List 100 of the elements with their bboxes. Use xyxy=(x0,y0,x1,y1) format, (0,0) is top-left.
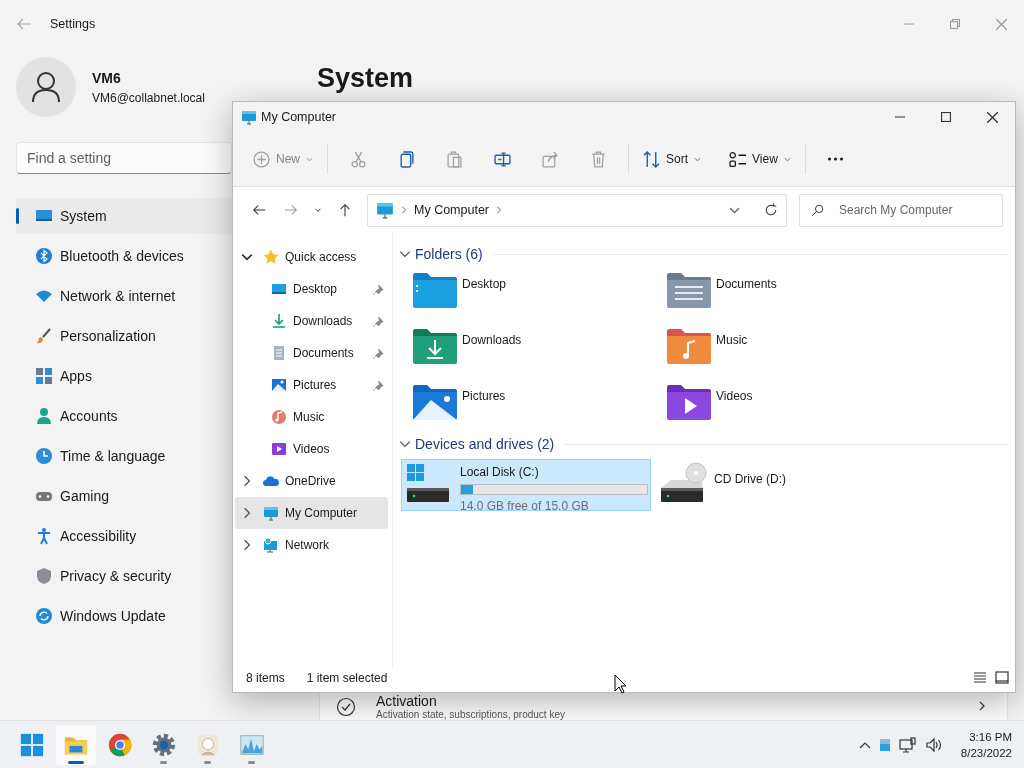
picture-icon xyxy=(271,377,287,393)
bluetooth-icon xyxy=(35,247,53,265)
nav-item[interactable]: Apps xyxy=(16,358,232,394)
close-icon xyxy=(995,18,1007,30)
nav-item[interactable]: Bluetooth & devices xyxy=(16,238,232,274)
nav-item[interactable]: Time & language xyxy=(16,438,232,474)
tree-item[interactable]: Quick access xyxy=(235,241,388,273)
desktop-icon xyxy=(271,281,287,297)
chevron-right-icon xyxy=(400,206,408,214)
computer-icon xyxy=(263,505,279,521)
nav-item[interactable]: Network & internet xyxy=(16,278,232,314)
network-icon xyxy=(898,736,917,753)
nav-item[interactable]: Accessibility xyxy=(16,518,232,554)
selection-count: 1 item selected xyxy=(306,670,388,687)
chevron-down-icon xyxy=(241,251,253,263)
music-note-icon xyxy=(271,409,287,425)
refresh-icon xyxy=(764,203,778,217)
volume-icon xyxy=(924,736,943,753)
toolbar-button[interactable]: Sort xyxy=(635,141,710,177)
cloud-icon xyxy=(263,473,279,489)
document-icon xyxy=(271,345,287,361)
tree-item[interactable]: Videos xyxy=(235,433,388,465)
browser-icon xyxy=(107,731,133,758)
forward-arrow-icon xyxy=(284,203,298,217)
tree-item[interactable]: OneDrive xyxy=(235,465,388,497)
group-header[interactable]: Devices and drives (2) xyxy=(399,433,1007,455)
address-bar[interactable]: My Computer xyxy=(367,193,787,227)
search-field[interactable]: Search My Computer xyxy=(799,193,1003,227)
search-field[interactable]: Find a setting xyxy=(16,142,232,174)
chevron-up-icon xyxy=(858,740,871,749)
chevron-right-icon xyxy=(977,701,987,711)
gear-icon xyxy=(151,731,177,758)
user-email: VM6@collabnet.local xyxy=(92,89,205,107)
accessibility-icon xyxy=(35,527,53,545)
page-title: System xyxy=(317,62,415,95)
video-icon xyxy=(271,441,287,457)
chevron-right-icon xyxy=(495,206,504,214)
nav-item[interactable]: Accounts xyxy=(16,398,232,434)
folder-item[interactable]: Documents xyxy=(665,265,919,321)
details-view-icon xyxy=(973,671,987,685)
item-count: 8 items xyxy=(246,670,285,687)
close-icon xyxy=(986,111,998,123)
folder-item[interactable]: Videos xyxy=(665,377,919,433)
clock[interactable]: 3:16 PM 8/23/2022 xyxy=(960,728,1012,761)
person-icon xyxy=(31,71,61,103)
restore-icon xyxy=(950,19,960,29)
tree-item[interactable]: Pictures xyxy=(235,369,388,401)
chevron-down-icon xyxy=(399,438,411,450)
computer-icon xyxy=(376,201,394,219)
breadcrumb[interactable]: My Computer xyxy=(414,200,490,220)
folder-item[interactable]: Desktop xyxy=(411,265,665,321)
taskbar-button[interactable] xyxy=(56,724,96,765)
maximize-icon xyxy=(941,112,951,122)
chevron-down-icon xyxy=(399,248,411,260)
nav-item[interactable]: Privacy & security xyxy=(16,558,232,594)
drive-item[interactable]: Local Disk (C:) 14.0 GB free of 15.0 GB xyxy=(401,459,651,511)
search-icon xyxy=(811,203,824,217)
update-icon xyxy=(35,607,53,625)
drive-item[interactable]: CD Drive (D:) xyxy=(655,459,905,511)
window-title: My Computer xyxy=(261,108,337,126)
tiles-view-icon xyxy=(995,671,1009,685)
chevron-down-icon xyxy=(314,206,322,214)
window-title: Settings xyxy=(50,15,96,33)
start-icon xyxy=(19,731,45,758)
caret-icon xyxy=(694,156,702,162)
back-arrow-icon xyxy=(16,16,32,32)
folder-item[interactable]: Pictures xyxy=(411,377,665,433)
computer-icon xyxy=(241,109,257,125)
back-arrow-icon xyxy=(252,203,266,217)
download-icon xyxy=(271,313,287,329)
up-arrow-icon xyxy=(338,203,352,217)
folder-item[interactable]: Downloads xyxy=(411,321,665,377)
tray-app-icon xyxy=(878,737,891,752)
activation-subtitle: Activation state, subscriptions, product key xyxy=(376,709,565,720)
tree-item[interactable]: Music xyxy=(235,401,388,433)
star-icon xyxy=(263,249,279,265)
tree-item[interactable]: Network xyxy=(235,529,388,561)
user-name: VM6 xyxy=(92,68,122,88)
tree-item[interactable]: Documents xyxy=(235,337,388,369)
caret-icon xyxy=(306,156,313,162)
nav-item[interactable]: Gaming xyxy=(16,478,232,514)
nav-item[interactable]: System xyxy=(16,198,232,234)
shield-icon xyxy=(35,567,53,585)
tree-item[interactable]: Desktop xyxy=(235,273,388,305)
apps-icon xyxy=(35,367,53,385)
chevron-right-icon xyxy=(241,475,253,487)
chevron-right-icon xyxy=(241,507,253,519)
check-circle-icon xyxy=(336,697,356,717)
tree-item[interactable]: My Computer xyxy=(235,497,388,529)
tree-item[interactable]: Downloads xyxy=(235,305,388,337)
brush-icon xyxy=(35,327,53,345)
group-header[interactable]: Folders (6) xyxy=(399,243,1007,265)
toolbar-button[interactable]: View xyxy=(721,141,799,177)
person-icon xyxy=(35,407,53,425)
folder-item[interactable]: Music xyxy=(665,321,919,377)
clock-icon xyxy=(35,447,53,465)
caret-icon xyxy=(783,156,791,162)
network-icon xyxy=(263,537,279,553)
nav-item[interactable]: Personalization xyxy=(16,318,232,354)
nav-item[interactable]: Windows Update xyxy=(16,598,232,634)
